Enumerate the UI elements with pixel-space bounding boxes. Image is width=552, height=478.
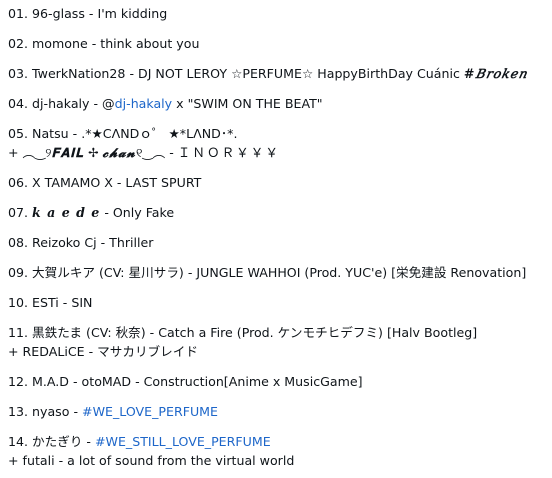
track-text: - Only Fake xyxy=(100,205,175,220)
track-text: 11. 黒鉄たま (CV: 秋奈) - Catch a Fire (Prod. … xyxy=(8,325,478,340)
track-text: 01. 96-glass - I'm kidding xyxy=(8,6,168,21)
track-line: 04. dj-hakaly - @dj-hakaly x "SWIM ON TH… xyxy=(8,94,552,114)
track-line: 07. 𝒌 𝒂 𝒆 𝒅 𝒆 - Only Fake xyxy=(8,203,552,223)
track-text: 08. Reizoko Cj - Thriller xyxy=(8,235,154,250)
stylized-text: ＩＮＯＲ￥￥￥ xyxy=(177,145,280,160)
track-text: 06. X TAMAMO X - LAST SPURT xyxy=(8,175,202,190)
track-line: 08. Reizoko Cj - Thriller xyxy=(8,233,552,253)
track-text: 03. TwerkNation28 - DJ NOT LEROY ☆PERFUM… xyxy=(8,66,464,81)
track-item: 14. かたぎり - #WE_STILL_LOVE_PERFUME + futal… xyxy=(8,432,552,471)
track-line: + futali - a lot of sound from the virtu… xyxy=(8,451,552,471)
stylized-text: #𝐵𝑟𝑜𝑘𝑒𝑛 xyxy=(463,66,528,81)
track-text: ୧‿︵ - xyxy=(135,145,178,160)
track-item: 03. TwerkNation28 - DJ NOT LEROY ☆PERFUM… xyxy=(8,64,552,84)
tracklist: 01. 96-glass - I'm kidding 02. momone - t… xyxy=(0,0,552,471)
track-text: 14. かたぎり - xyxy=(8,434,95,449)
mention-link[interactable]: dj-hakaly xyxy=(115,96,172,111)
track-text: 13. nyaso - xyxy=(8,404,83,419)
stylized-text: 𝐅𝐀𝐈𝐋 xyxy=(51,145,84,160)
track-line: 06. X TAMAMO X - LAST SPURT xyxy=(8,173,552,193)
track-line: + REDALiCE - マサカリブレイド xyxy=(8,342,552,362)
track-line: 02. momone - think about you xyxy=(8,34,552,54)
track-item: 06. X TAMAMO X - LAST SPURT xyxy=(8,173,552,193)
track-line: 01. 96-glass - I'm kidding xyxy=(8,4,552,24)
track-line: 10. ESTi - SIN xyxy=(8,293,552,313)
track-line: 12. M.A.D - otoMAD - Construction[Anime … xyxy=(8,372,552,392)
track-item: 12. M.A.D - otoMAD - Construction[Anime … xyxy=(8,372,552,392)
track-item: 02. momone - think about you xyxy=(8,34,552,54)
hashtag-link[interactable]: #WE_LOVE_PERFUME xyxy=(82,404,218,419)
track-line: + ︵‿୨𝐅𝐀𝐈𝐋 ✢ 𝓬𝓱𝓪𝓷୧‿︵ - ＩＮＯＲ￥￥￥ xyxy=(8,143,552,163)
track-text: 12. M.A.D - otoMAD - Construction[Anime … xyxy=(8,374,363,389)
track-item: 01. 96-glass - I'm kidding xyxy=(8,4,552,24)
track-text: 07. xyxy=(8,205,33,220)
track-text: ✢ xyxy=(83,145,103,160)
track-text: + futali - a lot of sound from the virtu… xyxy=(8,453,295,468)
track-line: 03. TwerkNation28 - DJ NOT LEROY ☆PERFUM… xyxy=(8,64,552,84)
track-text: 10. ESTi - SIN xyxy=(8,295,93,310)
track-item: 09. 大賀ルキア (CV: 星川サラ) - JUNGLE WAHHOI (Pr… xyxy=(8,263,552,283)
track-item: 13. nyaso - #WE_LOVE_PERFUME xyxy=(8,402,552,422)
track-line: 05. Natsu - .*★CΛNDｏ゜ ★*LΛND･*. xyxy=(8,124,552,144)
track-line: 14. かたぎり - #WE_STILL_LOVE_PERFUME xyxy=(8,432,552,452)
track-item: 04. dj-hakaly - @dj-hakaly x "SWIM ON TH… xyxy=(8,94,552,114)
track-text: + ︵‿୨ xyxy=(8,145,52,160)
track-text: 04. dj-hakaly - @ xyxy=(8,96,115,111)
track-line: 11. 黒鉄たま (CV: 秋奈) - Catch a Fire (Prod. … xyxy=(8,323,552,343)
hashtag-link[interactable]: #WE_STILL_LOVE_PERFUME xyxy=(95,434,271,449)
track-text: + REDALiCE - マサカリブレイド xyxy=(8,344,198,359)
stylized-text: 𝒌 𝒂 𝒆 𝒅 𝒆 xyxy=(32,205,101,220)
track-item: 10. ESTi - SIN xyxy=(8,293,552,313)
track-text: 02. momone - think about you xyxy=(8,36,200,51)
track-item: 07. 𝒌 𝒂 𝒆 𝒅 𝒆 - Only Fake xyxy=(8,203,552,223)
track-item: 05. Natsu - .*★CΛNDｏ゜ ★*LΛND･*. + ︵‿୨𝐅𝐀𝐈𝐋… xyxy=(8,124,552,163)
track-item: 08. Reizoko Cj - Thriller xyxy=(8,233,552,253)
track-text: 05. Natsu - .*★CΛNDｏ゜ ★*LΛND･*. xyxy=(8,126,238,141)
track-item: 11. 黒鉄たま (CV: 秋奈) - Catch a Fire (Prod. … xyxy=(8,323,552,362)
stylized-text: 𝓬𝓱𝓪𝓷 xyxy=(102,145,136,160)
track-text: x "SWIM ON THE BEAT" xyxy=(172,96,323,111)
track-text: 09. 大賀ルキア (CV: 星川サラ) - JUNGLE WAHHOI (Pr… xyxy=(8,265,527,280)
track-line: 09. 大賀ルキア (CV: 星川サラ) - JUNGLE WAHHOI (Pr… xyxy=(8,263,552,283)
track-line: 13. nyaso - #WE_LOVE_PERFUME xyxy=(8,402,552,422)
